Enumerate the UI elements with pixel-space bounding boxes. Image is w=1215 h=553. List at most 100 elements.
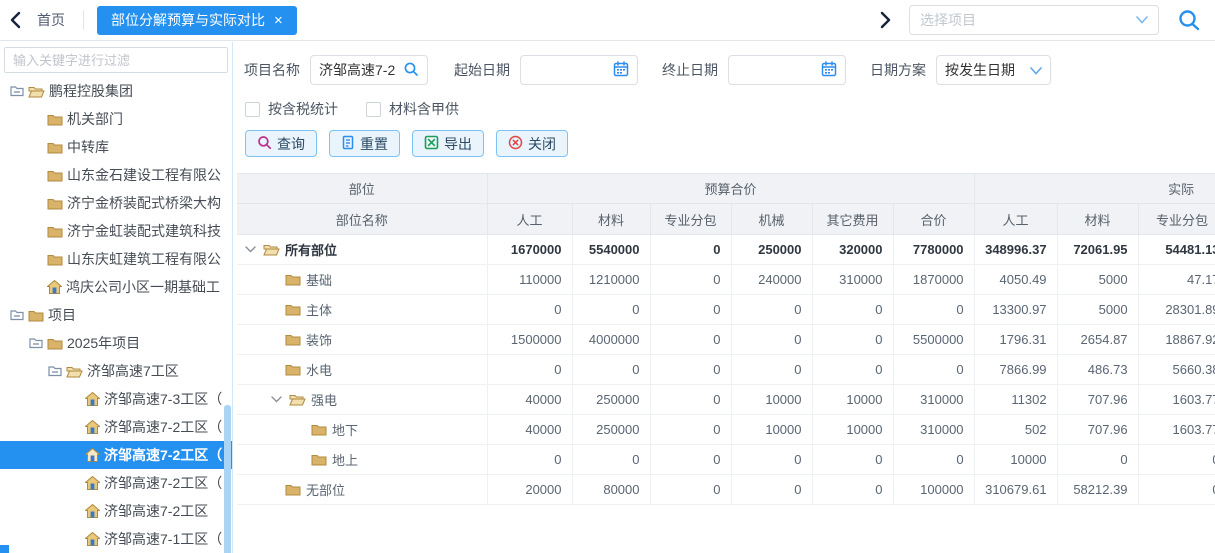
tree-item[interactable]: 项目 [0,301,232,329]
material-checkbox-box[interactable] [366,102,381,117]
folder-icon [47,169,63,182]
tree-item-label: 鹏程控股集团 [49,81,133,101]
project-select[interactable]: 选择项目 [909,5,1159,35]
table-row[interactable]: 装饰1500000400000000055000001796.312654.87… [237,325,1215,355]
field-search-icon[interactable] [403,61,419,80]
value-cell: 0 [1057,445,1138,475]
expander-icon[interactable] [10,309,24,321]
forward-icon[interactable] [880,11,891,29]
value-cell: 11302 [974,385,1057,415]
calendar-icon[interactable] [821,61,837,80]
value-cell: 4050.49 [974,265,1057,295]
value-cell: 4000000 [572,325,650,355]
search-icon[interactable] [1177,8,1201,32]
table-row[interactable]: 地上0000001000000 [237,445,1215,475]
value-cell: 10000 [974,445,1057,475]
tab-close-icon[interactable]: × [274,13,283,28]
tree-item-label: 中转库 [67,137,109,157]
vertical-scrollbar[interactable] [224,405,231,553]
tree-item[interactable]: 山东庆虹建筑工程有限公 [0,245,232,273]
folder-icon [47,337,63,350]
tab-divider [83,10,84,30]
tab-home[interactable]: 首页 [37,10,65,30]
value-cell: 18867.92 [1138,325,1215,355]
start-date-input[interactable] [529,62,613,78]
value-cell: 0 [650,415,731,445]
part-name-cell: 基础 [237,265,487,295]
table-row[interactable]: 水电0000007866.99486.735660.38 [237,355,1215,385]
calendar-icon[interactable] [613,61,629,80]
end-date-input[interactable] [737,62,821,78]
value-cell: 0 [650,265,731,295]
tree-item-label: 2025年项目 [67,333,140,353]
tree-item[interactable]: 机关部门 [0,105,232,133]
part-name-cell: 所有部位 [237,235,487,265]
row-expander-icon[interactable] [245,246,259,253]
group-header-actual: 实际 [974,174,1215,204]
tree-filter-input[interactable] [4,47,228,73]
reset-button[interactable]: 重置 [329,130,400,157]
tree-item[interactable]: 济邹高速7-2工区（ [0,441,232,469]
end-date-field[interactable] [728,55,846,85]
table-row[interactable]: 基础1100001210000024000031000018700004050.… [237,265,1215,295]
tree-item[interactable]: 济邹高速7-2工区（ [0,469,232,497]
group-header-part: 部位 [237,174,487,204]
expander-icon[interactable] [48,365,62,377]
tree-item[interactable]: 济邹高速7-2工区 [0,497,232,525]
value-cell: 13300.97 [974,295,1057,325]
part-name-label: 水电 [306,360,332,379]
folder-icon [285,333,301,346]
tree-item[interactable]: 鹏程控股集团 [0,77,232,105]
tax-checkbox-box[interactable] [245,102,260,117]
tree-item[interactable]: 山东金石建设工程有限公 [0,161,232,189]
value-cell: 28301.89 [1138,295,1215,325]
project-name-field[interactable] [310,55,428,85]
col-subcontract: 专业分包 [650,204,731,235]
tree-item-label: 济邹高速7-2工区（ [104,417,222,437]
material-checkbox[interactable]: 材料含甲供 [366,99,459,119]
value-cell: 54481.13 [1138,235,1215,265]
folder-icon [47,141,63,154]
export-button[interactable]: 导出 [412,130,484,157]
close-button[interactable]: 关闭 [496,130,568,157]
tree-item[interactable]: 济邹高速7工区 [0,357,232,385]
value-cell: 250000 [572,415,650,445]
project-name-input[interactable] [319,62,403,78]
part-name-cell: 地下 [237,415,487,445]
query-button[interactable]: 查询 [245,130,317,157]
part-name-label: 基础 [306,270,332,289]
tree-item-label: 鸿庆公司小区一期基础工 [66,277,220,297]
expander-icon[interactable] [29,337,43,349]
start-date-field[interactable] [520,55,638,85]
table-row[interactable]: 主体00000013300.97500028301.89 [237,295,1215,325]
topbar: 首页 部位分解预算与实际对比 × 选择项目 [0,0,1215,41]
group-header-budget: 预算合价 [487,174,974,204]
tree-item-label: 项目 [48,305,76,325]
tree-item[interactable]: 济邹高速7-3工区（ [0,385,232,413]
table-row[interactable]: 强电400002500000100001000031000011302707.9… [237,385,1215,415]
table-row[interactable]: 地下4000025000001000010000310000502707.961… [237,415,1215,445]
tab-active[interactable]: 部位分解预算与实际对比 × [97,6,297,35]
tree-item[interactable]: 济宁金桥装配式桥梁大构 [0,189,232,217]
value-cell: 0 [812,295,893,325]
expander-icon[interactable] [10,85,24,97]
back-icon[interactable] [10,11,21,29]
folder-open-icon [66,365,83,378]
tax-checkbox[interactable]: 按含税统计 [245,99,338,119]
tree-item[interactable]: 中转库 [0,133,232,161]
table-row[interactable]: 无部位2000080000000100000310679.6158212.390 [237,475,1215,505]
value-cell: 0 [731,445,812,475]
date-scheme-select[interactable]: 按发生日期 [936,55,1051,85]
value-cell: 0 [650,475,731,505]
tree-item[interactable]: 鸿庆公司小区一期基础工 [0,273,232,301]
table-row[interactable]: 所有部位167000055400000250000320000778000034… [237,235,1215,265]
horizontal-scrollbar[interactable] [0,545,9,553]
tree-item-label: 济邹高速7-2工区 [104,501,208,521]
tree-item[interactable]: 济邹高速7-2工区（ [0,413,232,441]
value-cell: 0 [650,235,731,265]
tree-item[interactable]: 2025年项目 [0,329,232,357]
row-expander-icon[interactable] [271,396,285,403]
tree-item[interactable]: 济邹高速7-1工区（ [0,525,232,553]
tree-item[interactable]: 济宁金虹装配式建筑科技 [0,217,232,245]
folder-open-icon [263,243,280,256]
